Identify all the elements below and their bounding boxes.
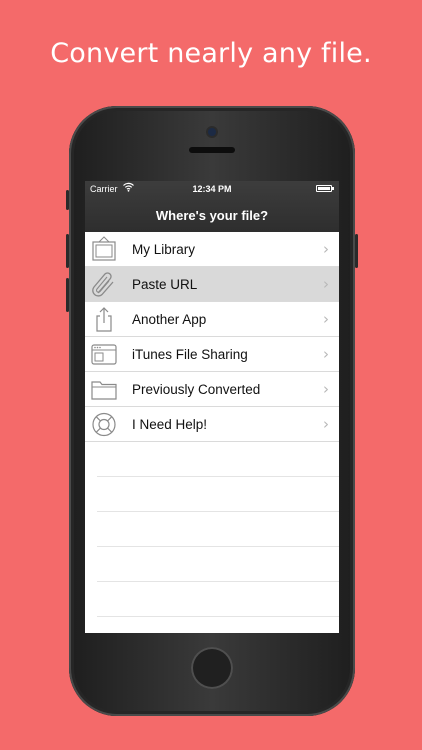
menu-item-i-need-help[interactable]: I Need Help! › bbox=[85, 407, 339, 442]
navigation-bar: Carrier 12:34 PM Where's your file? bbox=[85, 181, 339, 232]
nav-title: Where's your file? bbox=[155, 208, 269, 223]
menu-item-another-app[interactable]: Another App › bbox=[85, 302, 339, 337]
menu-item-label: Paste URL bbox=[132, 277, 198, 292]
chevron-right-icon: › bbox=[323, 275, 329, 293]
empty-row bbox=[97, 477, 339, 512]
menu-item-label: iTunes File Sharing bbox=[132, 347, 248, 362]
source-list: My Library › Paste URL › Another App › i… bbox=[85, 232, 339, 617]
phone-screen: Carrier 12:34 PM Where's your file? My L… bbox=[85, 181, 339, 633]
volume-down-button bbox=[66, 278, 69, 312]
battery-icon bbox=[316, 185, 334, 192]
menu-item-label: Previously Converted bbox=[132, 382, 261, 397]
folder-icon bbox=[90, 376, 118, 403]
picture-frame-icon bbox=[90, 236, 118, 263]
power-button bbox=[355, 234, 358, 268]
front-camera bbox=[208, 128, 216, 136]
chevron-right-icon: › bbox=[323, 240, 329, 258]
status-time: 12:34 PM bbox=[192, 184, 232, 194]
empty-row bbox=[97, 547, 339, 582]
status-bar: Carrier 12:34 PM bbox=[85, 181, 339, 197]
phone-frame: Carrier 12:34 PM Where's your file? My L… bbox=[66, 106, 358, 716]
empty-row bbox=[97, 512, 339, 547]
chevron-right-icon: › bbox=[323, 345, 329, 363]
menu-item-label: Another App bbox=[132, 312, 207, 327]
share-icon bbox=[90, 306, 118, 333]
lifebuoy-icon bbox=[90, 411, 118, 438]
empty-row bbox=[97, 582, 339, 617]
mute-switch bbox=[66, 190, 69, 210]
chevron-right-icon: › bbox=[323, 310, 329, 328]
empty-row bbox=[97, 442, 339, 477]
paperclip-icon bbox=[90, 271, 118, 298]
window-icon bbox=[90, 341, 118, 368]
earpiece-speaker bbox=[189, 147, 235, 153]
menu-item-label: My Library bbox=[132, 242, 196, 257]
menu-item-previously-converted[interactable]: Previously Converted › bbox=[85, 372, 339, 407]
menu-item-label: I Need Help! bbox=[132, 417, 208, 432]
headline: Convert nearly any file. bbox=[50, 38, 372, 69]
chevron-right-icon: › bbox=[323, 415, 329, 433]
menu-item-my-library[interactable]: My Library › bbox=[85, 232, 339, 267]
menu-item-paste-url[interactable]: Paste URL › bbox=[85, 267, 339, 302]
menu-item-itunes-file-sharing[interactable]: iTunes File Sharing › bbox=[85, 337, 339, 372]
chevron-right-icon: › bbox=[323, 380, 329, 398]
home-button[interactable] bbox=[191, 647, 233, 689]
volume-up-button bbox=[66, 234, 69, 268]
